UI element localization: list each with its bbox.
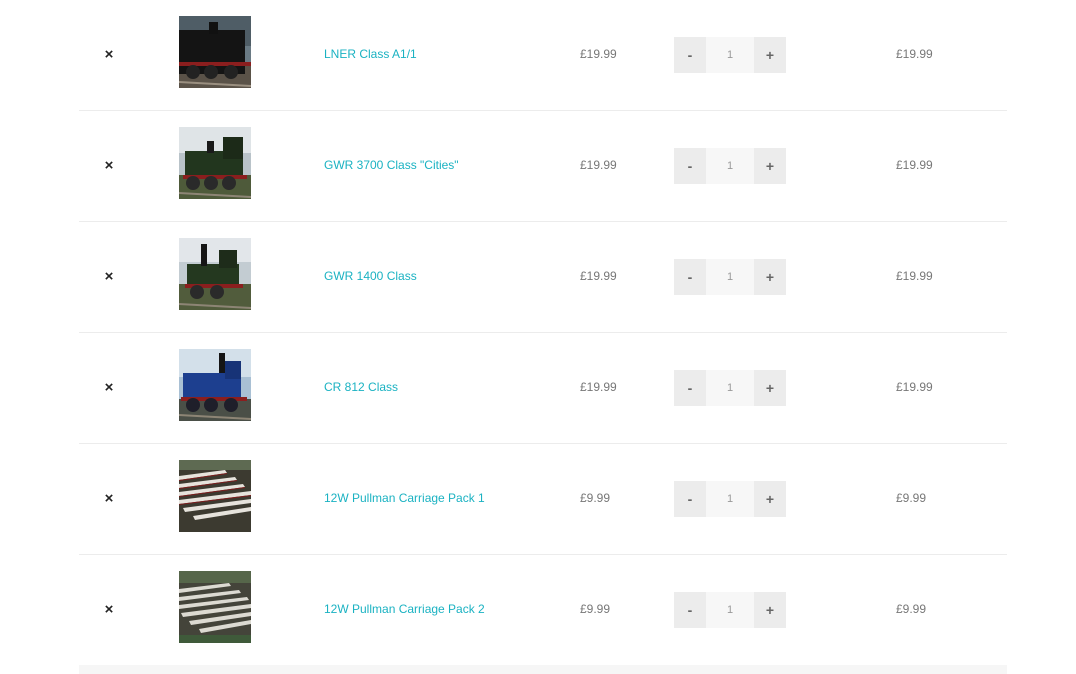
carriage-yard-image xyxy=(179,571,251,643)
product-thumbnail[interactable] xyxy=(179,349,251,421)
cart-row: × GWR 1400 Class £19.99 - + £19.99 xyxy=(79,222,1007,333)
increase-quantity-button[interactable]: + xyxy=(754,370,786,406)
unit-price: £19.99 xyxy=(580,158,617,172)
increase-quantity-button[interactable]: + xyxy=(754,259,786,295)
line-subtotal: £19.99 xyxy=(896,380,933,394)
quantity-input[interactable] xyxy=(706,259,754,295)
increase-quantity-button[interactable]: + xyxy=(754,481,786,517)
green-tank-locomotive-image xyxy=(179,238,251,310)
unit-price: £19.99 xyxy=(580,269,617,283)
quantity-input[interactable] xyxy=(706,37,754,73)
quantity-stepper: - + xyxy=(674,481,786,517)
decrease-quantity-button[interactable]: - xyxy=(674,370,706,406)
cart-row: × GWR 3700 Class "Cities" £19.99 - + xyxy=(79,111,1007,222)
remove-item-button[interactable]: × xyxy=(101,158,117,174)
product-link[interactable]: 12W Pullman Carriage Pack 1 xyxy=(324,491,485,505)
decrease-quantity-button[interactable]: - xyxy=(674,259,706,295)
increase-quantity-button[interactable]: + xyxy=(754,37,786,73)
quantity-stepper: - + xyxy=(674,259,786,295)
increase-quantity-button[interactable]: + xyxy=(754,148,786,184)
increase-quantity-button[interactable]: + xyxy=(754,592,786,628)
quantity-input[interactable] xyxy=(706,592,754,628)
decrease-quantity-button[interactable]: - xyxy=(674,37,706,73)
product-thumbnail[interactable] xyxy=(179,571,251,643)
decrease-quantity-button[interactable]: - xyxy=(674,148,706,184)
product-thumbnail[interactable] xyxy=(179,238,251,310)
product-link[interactable]: GWR 3700 Class "Cities" xyxy=(324,158,459,172)
cart-row: × LNER Class A1/1 £19.99 - + £19.99 xyxy=(79,0,1007,111)
quantity-stepper: - + xyxy=(674,592,786,628)
quantity-stepper: - + xyxy=(674,370,786,406)
quantity-input[interactable] xyxy=(706,370,754,406)
remove-item-button[interactable]: × xyxy=(101,269,117,285)
unit-price: £19.99 xyxy=(580,47,617,61)
remove-item-button[interactable]: × xyxy=(101,380,117,396)
cart-row: × 12W Pullman Carriage Pack 1 £9.99 - 1 … xyxy=(79,444,1007,555)
cart-row: × CR 812 Class £19.99 - + £19.99 xyxy=(79,333,1007,444)
green-locomotive-image xyxy=(179,127,251,199)
cart-table: × LNER Class A1/1 £19.99 - + £19.99 xyxy=(79,0,1007,666)
product-link[interactable]: GWR 1400 Class xyxy=(324,269,417,283)
cart-footer xyxy=(79,665,1007,674)
cart-row: × 12W Pullman Carriage Pack 2 £9.99 - 1 … xyxy=(79,555,1007,666)
quantity-input[interactable] xyxy=(706,481,754,517)
remove-item-button[interactable]: × xyxy=(101,491,117,507)
black-locomotive-image xyxy=(179,16,251,88)
unit-price: £9.99 xyxy=(580,491,611,505)
unit-price: £9.99 xyxy=(580,602,611,616)
unit-price: £19.99 xyxy=(580,380,617,394)
decrease-quantity-button[interactable]: - xyxy=(674,592,706,628)
carriage-yard-image xyxy=(179,460,251,532)
product-link[interactable]: CR 812 Class xyxy=(324,380,398,394)
product-thumbnail[interactable] xyxy=(179,127,251,199)
line-subtotal: £19.99 xyxy=(896,158,933,172)
decrease-quantity-button[interactable]: - xyxy=(674,481,706,517)
remove-item-button[interactable]: × xyxy=(101,602,117,618)
product-link[interactable]: 12W Pullman Carriage Pack 2 xyxy=(324,602,485,616)
remove-item-button[interactable]: × xyxy=(101,47,117,63)
line-subtotal: £19.99 xyxy=(896,269,933,283)
product-thumbnail[interactable] xyxy=(179,16,251,88)
product-link[interactable]: LNER Class A1/1 xyxy=(324,47,417,61)
product-thumbnail[interactable] xyxy=(179,460,251,532)
quantity-stepper: - + xyxy=(674,37,786,73)
quantity-input[interactable] xyxy=(706,148,754,184)
line-subtotal: £9.99 xyxy=(896,602,927,616)
quantity-stepper: - + xyxy=(674,148,786,184)
line-subtotal: £9.99 xyxy=(896,491,927,505)
line-subtotal: £19.99 xyxy=(896,47,933,61)
blue-locomotive-image xyxy=(179,349,251,421)
